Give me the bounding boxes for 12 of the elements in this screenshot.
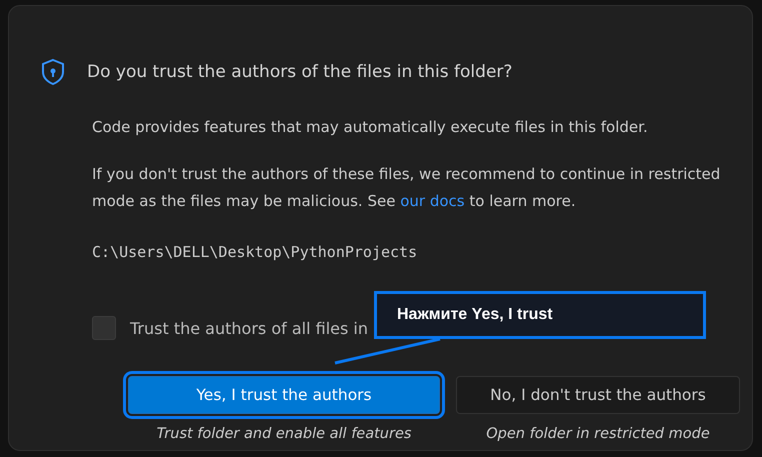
callout-box: Нажмите Yes, I trust	[374, 291, 706, 339]
checkbox[interactable]	[92, 316, 116, 340]
docs-link[interactable]: our docs	[400, 192, 465, 210]
shield-icon	[41, 58, 65, 86]
dialog-title: Do you trust the authors of the files in this folder?	[87, 62, 512, 82]
button-caption: Open folder in restricted mode	[486, 426, 710, 442]
folder-path: C:\Users\DELL\Desktop\PythonProjects	[92, 242, 418, 263]
no-trust-button[interactable]: No, I don't trust the authors	[456, 376, 740, 414]
message-text: Code provides features that may automatically execute files in this folder.	[92, 117, 649, 138]
checkbox-label: Trust the authors of all files in	[130, 318, 368, 338]
message-text: If you don't trust the authors of these files, we recommend to continue in restricted mode as the files may be malicious. See our docs to learn more.	[92, 164, 722, 212]
button-caption: Trust folder and enable all features	[156, 426, 412, 442]
